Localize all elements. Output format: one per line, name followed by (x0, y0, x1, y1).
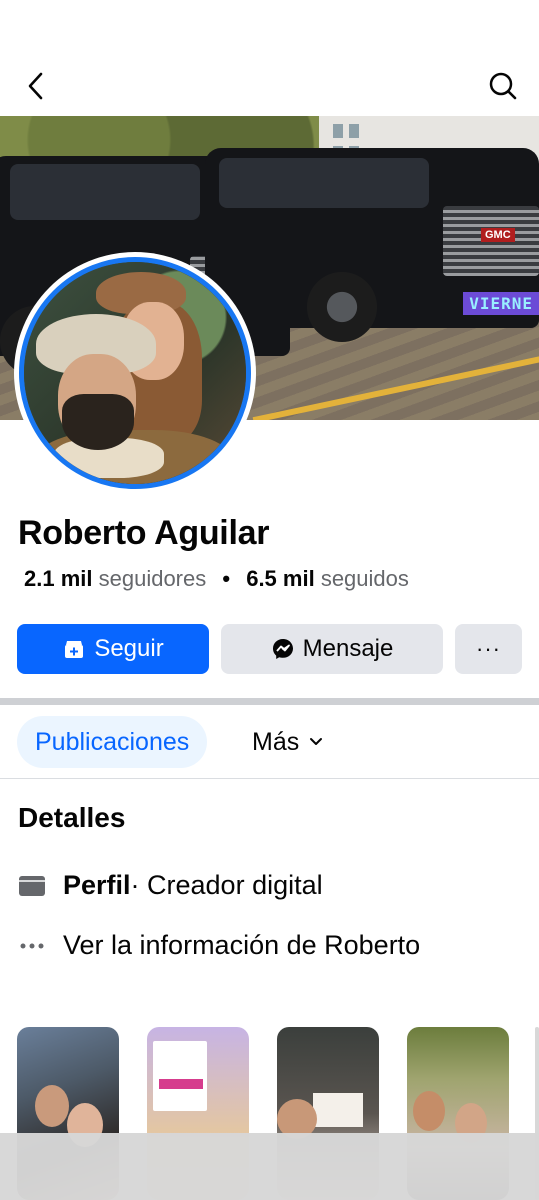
tab-publicaciones-label: Publicaciones (35, 727, 190, 756)
more-dots-icon (18, 942, 46, 950)
bottom-overlay (0, 1133, 539, 1200)
messenger-icon (271, 637, 295, 661)
chevron-down-icon (309, 737, 323, 747)
profile-card-icon (18, 875, 46, 897)
following-count[interactable]: 6.5 mil (246, 566, 314, 591)
add-friend-icon (62, 637, 86, 661)
back-button[interactable] (18, 66, 54, 106)
more-options-button[interactable]: ··· (455, 624, 522, 674)
profile-avatar[interactable] (14, 252, 256, 494)
tab-mas[interactable]: Más (252, 716, 323, 768)
message-button-label: Mensaje (302, 635, 394, 662)
details-title: Detalles (18, 802, 126, 833)
top-bar (0, 0, 539, 116)
more-options-label: ··· (476, 636, 501, 661)
tabs-bottom-border (0, 778, 539, 779)
search-icon (489, 72, 517, 100)
following-label[interactable]: seguidos (321, 566, 409, 591)
back-arrow-icon (28, 72, 43, 100)
followers-count[interactable]: 2.1 mil (24, 566, 92, 591)
detail-info-text: Ver la información de Roberto (63, 930, 421, 960)
cover-sticker-text: VIERNE (463, 292, 539, 315)
follow-button-label: Seguir (94, 635, 164, 662)
detail-profile-row: Perfil · Creador digital (18, 870, 323, 901)
profile-name: Roberto Aguilar (18, 514, 270, 552)
avatar-story-ring (19, 257, 251, 489)
detail-profile-label: Perfil (63, 870, 131, 900)
tab-publicaciones[interactable]: Publicaciones (17, 716, 208, 768)
follow-button[interactable]: Seguir (17, 624, 209, 674)
detail-profile-value: · Creador digital (130, 870, 323, 900)
truck-badge: GMC (481, 228, 515, 242)
stats-separator: • (222, 566, 231, 591)
search-button[interactable] (485, 66, 521, 106)
tab-mas-label: Más (252, 727, 300, 756)
message-button[interactable]: Mensaje (221, 624, 443, 674)
section-divider (0, 698, 539, 705)
follow-stats: 2.1 mil seguidores • 6.5 mil seguidos (24, 566, 409, 592)
detail-info-link[interactable]: Ver la información de Roberto (18, 930, 420, 961)
followers-label[interactable]: seguidores (99, 566, 207, 591)
